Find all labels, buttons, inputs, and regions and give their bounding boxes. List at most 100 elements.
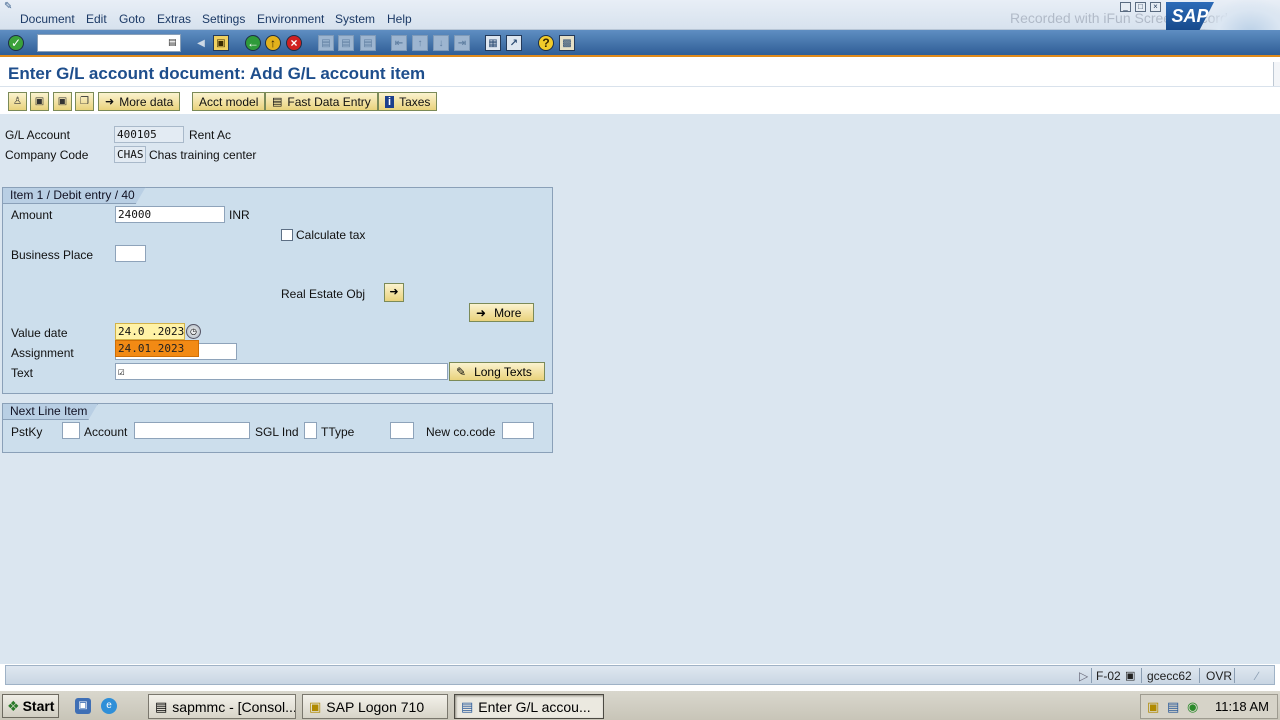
text-label: Text bbox=[11, 366, 34, 380]
system-tray: ▣ ▤ ◉ 11:18 AM bbox=[1140, 694, 1278, 719]
server-name: gcecc62 bbox=[1147, 669, 1192, 683]
start-button[interactable]: ❖ Start bbox=[2, 694, 59, 718]
system-menu-icon[interactable]: ✎ bbox=[4, 1, 12, 12]
next-item-icon[interactable]: ▣ bbox=[53, 92, 72, 111]
find-next-icon[interactable]: ▤ bbox=[360, 35, 376, 51]
taxes-button[interactable]: i Taxes bbox=[378, 92, 438, 111]
print-icon[interactable]: ▤ bbox=[318, 35, 334, 51]
create-session-icon[interactable]: ▦ bbox=[485, 35, 501, 51]
calculate-tax-checkbox[interactable] bbox=[281, 229, 293, 241]
gl-account-label: G/L Account bbox=[5, 128, 70, 142]
command-history-icon[interactable]: ▤ bbox=[168, 37, 178, 49]
long-texts-label: Long Texts bbox=[474, 364, 532, 379]
command-field[interactable]: ▤ bbox=[37, 34, 181, 52]
value-date-suggestion[interactable]: 24.01.2023 bbox=[115, 340, 199, 357]
taskbar-item-gl-document[interactable]: ▤ Enter G/L accou... bbox=[454, 694, 604, 719]
save-icon[interactable]: ▣ bbox=[213, 35, 229, 51]
pstky-label: PstKy bbox=[11, 425, 43, 439]
text-input[interactable]: ☑ bbox=[115, 363, 448, 380]
title-scroll-stub bbox=[1273, 62, 1280, 86]
previous-page-icon[interactable]: ↑ bbox=[412, 35, 428, 51]
layout-icon[interactable]: ▩ bbox=[559, 35, 575, 51]
help-icon[interactable]: ? bbox=[538, 35, 554, 51]
account-input[interactable] bbox=[134, 422, 250, 439]
menu-edit[interactable]: Edit bbox=[86, 12, 107, 26]
menu-goto[interactable]: Goto bbox=[119, 12, 145, 26]
next-line-item-frame: Next Line Item PstKy Account SGL Ind TTy… bbox=[2, 403, 553, 453]
windows-logo-icon: ❖ bbox=[7, 697, 20, 714]
overview-icon[interactable]: ♙ bbox=[8, 92, 27, 111]
minimize-icon[interactable]: _ bbox=[1120, 2, 1131, 12]
recorder-tray-icon[interactable]: ◉ bbox=[1187, 699, 1198, 715]
sgl-ind-input[interactable] bbox=[304, 422, 317, 439]
pstky-input[interactable] bbox=[62, 422, 80, 439]
status-expand-icon[interactable]: ▷ bbox=[1079, 669, 1088, 683]
work-area: G/L Account 400105 Rent Ac Company Code … bbox=[0, 114, 1280, 664]
last-page-icon[interactable]: ⇥ bbox=[454, 35, 470, 51]
next-line-item-title: Next Line Item bbox=[2, 403, 98, 420]
maximize-icon[interactable]: □ bbox=[1135, 2, 1146, 12]
enter-icon[interactable]: ✓ bbox=[8, 35, 24, 51]
ttype-input[interactable] bbox=[390, 422, 414, 439]
menu-help[interactable]: Help bbox=[387, 12, 412, 26]
new-cocode-input[interactable] bbox=[502, 422, 534, 439]
insert-mode[interactable]: OVR bbox=[1206, 669, 1232, 683]
network-tray-icon[interactable]: ▤ bbox=[1167, 699, 1179, 715]
status-separator bbox=[1091, 668, 1092, 683]
application-toolbar: ♙ ▣ ▣ ❐ ➜ More data Acct model ▤ Fast Da… bbox=[0, 89, 1280, 113]
status-separator bbox=[1234, 668, 1235, 683]
history-back-icon[interactable]: ◀ bbox=[193, 35, 209, 51]
company-code-description: Chas training center bbox=[149, 148, 257, 162]
company-code-label: Company Code bbox=[5, 148, 89, 162]
next-page-icon[interactable]: ↓ bbox=[433, 35, 449, 51]
real-estate-button[interactable]: ➜ bbox=[384, 283, 404, 302]
status-separator bbox=[1141, 668, 1142, 683]
taskbar-item-sap-logon[interactable]: ▣ SAP Logon 710 bbox=[302, 694, 448, 719]
ttype-label: TType bbox=[321, 425, 355, 439]
menu-environment[interactable]: Environment bbox=[257, 12, 324, 26]
taxes-label: Taxes bbox=[399, 94, 431, 109]
clock: 11:18 AM bbox=[1215, 699, 1269, 714]
amount-label: Amount bbox=[11, 208, 53, 222]
cancel-icon[interactable]: × bbox=[286, 35, 302, 51]
back-icon[interactable]: ← bbox=[245, 35, 261, 51]
taskbar-item-label: Enter G/L accou... bbox=[478, 698, 591, 715]
exit-icon[interactable]: ↑ bbox=[265, 35, 281, 51]
fast-data-entry-label: Fast Data Entry bbox=[287, 94, 371, 109]
business-place-label: Business Place bbox=[11, 248, 94, 262]
long-texts-button[interactable]: ✎ Long Texts bbox=[449, 362, 545, 381]
close-window-icon[interactable]: × bbox=[1150, 2, 1161, 12]
more-button[interactable]: ➜ More bbox=[469, 303, 535, 322]
shortcut-icon[interactable]: ↗ bbox=[506, 35, 522, 51]
menu-settings[interactable]: Settings bbox=[202, 12, 245, 26]
find-icon[interactable]: ▤ bbox=[338, 35, 354, 51]
more-data-button[interactable]: ➜ More data bbox=[98, 92, 181, 111]
fast-data-entry-button[interactable]: ▤ Fast Data Entry bbox=[265, 92, 378, 111]
menu-document[interactable]: Document bbox=[20, 12, 75, 26]
title-bar: Enter G/L account document: Add G/L acco… bbox=[0, 59, 1280, 87]
sap-tray-icon[interactable]: ▣ bbox=[1147, 699, 1159, 715]
console-icon: ▤ bbox=[155, 698, 168, 714]
value-date-input[interactable]: 24.0 .2023 bbox=[115, 323, 185, 340]
copy-item-icon[interactable]: ❐ bbox=[75, 92, 94, 111]
taskbar-item-sapmmc[interactable]: ▤ sapmmc - [Consol... bbox=[148, 694, 296, 719]
menu-system[interactable]: System bbox=[335, 12, 375, 26]
acct-model-button[interactable]: Acct model bbox=[192, 92, 266, 111]
first-page-icon[interactable]: ⇤ bbox=[391, 35, 407, 51]
sap-window-icon: ▤ bbox=[461, 698, 474, 714]
table-icon: ▤ bbox=[272, 96, 283, 108]
arrow-right-icon: ➜ bbox=[105, 96, 115, 108]
business-place-input[interactable] bbox=[115, 245, 146, 262]
desktop-icon[interactable]: ▣ bbox=[75, 698, 91, 714]
date-picker-icon[interactable]: ◷ bbox=[186, 324, 201, 339]
menu-extras[interactable]: Extras bbox=[157, 12, 191, 26]
currency-label: INR bbox=[229, 208, 250, 222]
page-title: Enter G/L account document: Add G/L acco… bbox=[8, 64, 426, 83]
gl-account-description: Rent Ac bbox=[189, 128, 232, 142]
previous-item-icon[interactable]: ▣ bbox=[30, 92, 49, 111]
amount-input[interactable]: 24000 bbox=[115, 206, 225, 223]
resize-grip-icon[interactable]: ∕ bbox=[1256, 669, 1258, 683]
session-info-icon[interactable]: ▣ bbox=[1125, 669, 1135, 682]
status-bar: ▷ F-02 ▣ gcecc62 OVR ∕ bbox=[5, 665, 1275, 685]
browser-icon[interactable]: e bbox=[101, 698, 117, 714]
